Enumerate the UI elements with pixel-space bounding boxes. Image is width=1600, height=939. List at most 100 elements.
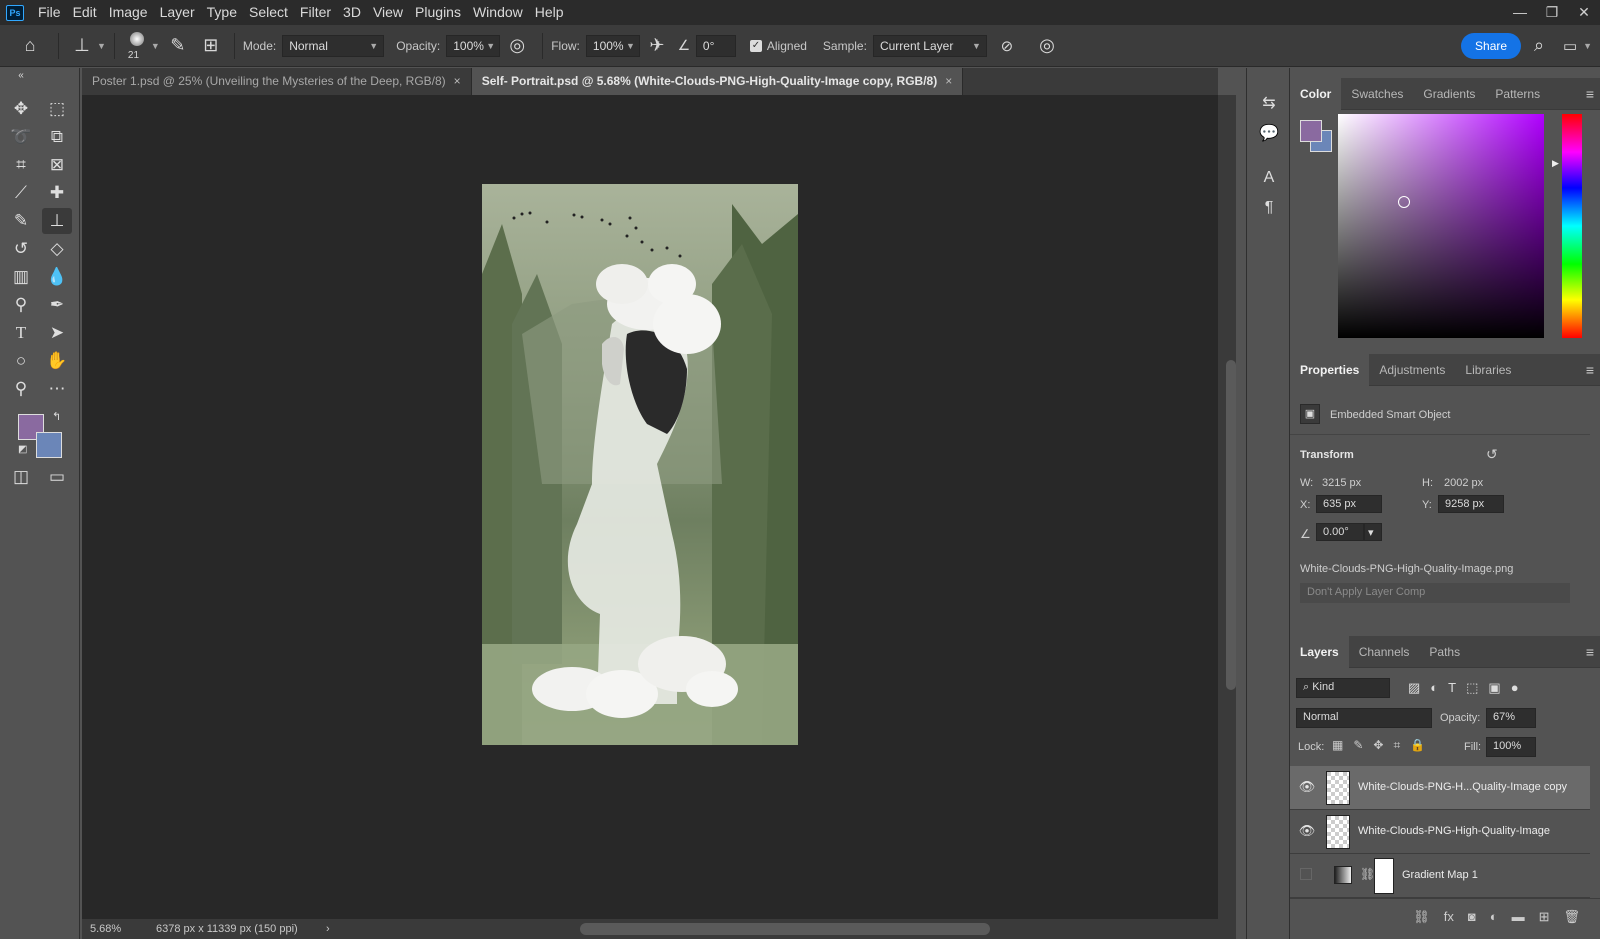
menu-file[interactable]: File (32, 0, 67, 25)
clone-source-icon[interactable]: ⊞ (196, 35, 226, 56)
move-tool-icon[interactable]: ✥ (6, 96, 36, 122)
lock-all-icon[interactable]: 🔒 (1410, 738, 1425, 753)
color-picker-cursor[interactable] (1398, 196, 1410, 208)
background-color-swatch[interactable] (36, 432, 62, 458)
lock-position-icon[interactable]: ✥ (1373, 738, 1383, 753)
menu-help[interactable]: Help (529, 0, 570, 25)
workspace-icon[interactable]: ▭ (1557, 37, 1583, 55)
pen-tool-icon[interactable]: ✒ (42, 292, 72, 318)
tab-channels[interactable]: Channels (1349, 636, 1420, 668)
clone-stamp-icon[interactable]: ⊥ (42, 208, 72, 234)
pressure-opacity-icon[interactable]: ◎ (500, 35, 534, 56)
tab-adjustments[interactable]: Adjustments (1369, 354, 1455, 386)
reset-transform-icon[interactable]: ↺ (1486, 446, 1498, 463)
comments-icon[interactable]: 💬 (1257, 122, 1281, 146)
smart-object-filter-icon[interactable]: ▣ (1488, 680, 1500, 696)
tab-paths[interactable]: Paths (1419, 636, 1470, 668)
history-icon[interactable]: ⇆ (1257, 92, 1281, 116)
color-picker-field[interactable] (1338, 114, 1544, 338)
eyedropper-icon[interactable]: ⟋ (6, 180, 36, 206)
aligned-checkbox[interactable]: ✓ (749, 39, 762, 52)
flow-field[interactable]: 100% ▼ (585, 34, 640, 57)
y-position-field[interactable]: 9258 px (1438, 495, 1504, 513)
character-icon[interactable]: A (1257, 166, 1281, 190)
vertical-scroll-thumb[interactable] (1226, 360, 1236, 690)
ellipse-tool-icon[interactable]: ○ (6, 348, 36, 374)
tab-poster-1[interactable]: Poster 1.psd @ 25% (Unveiling the Myster… (82, 68, 472, 95)
layer-row[interactable]: ⛓ Gradient Map 1 (1290, 854, 1590, 898)
path-selection-icon[interactable]: ➤ (42, 320, 72, 346)
tab-patterns[interactable]: Patterns (1485, 78, 1550, 110)
paragraph-icon[interactable]: ¶ (1257, 196, 1281, 220)
panel-menu-icon[interactable]: ≡ (1586, 644, 1594, 660)
hand-tool-icon[interactable]: ✋ (42, 348, 72, 374)
default-colors-icon[interactable]: ◩ (18, 444, 27, 455)
document-canvas[interactable] (482, 184, 798, 745)
rotation-field[interactable]: 0.00° (1316, 523, 1364, 541)
tab-color[interactable]: Color (1290, 77, 1342, 110)
search-icon[interactable]: ⌕ (1521, 35, 1557, 56)
close-window-button[interactable]: ✕ (1568, 0, 1600, 25)
color-panel-foreground-swatch[interactable] (1300, 120, 1322, 142)
pressure-size-icon[interactable]: ◎ (1027, 35, 1067, 56)
dodge-tool-icon[interactable]: ⚲ (6, 292, 36, 318)
close-icon[interactable]: × (945, 74, 952, 88)
menu-type[interactable]: Type (201, 0, 243, 25)
angle-field[interactable]: 0° (695, 34, 736, 57)
brush-tool-icon[interactable]: ✎ (6, 208, 36, 234)
hue-slider[interactable] (1562, 114, 1582, 338)
tab-gradients[interactable]: Gradients (1413, 78, 1485, 110)
tab-layers[interactable]: Layers (1290, 635, 1349, 668)
menu-view[interactable]: View (367, 0, 409, 25)
shape-filter-icon[interactable]: ⬚ (1466, 680, 1478, 696)
adjustment-layer-icon[interactable]: ◐ (1490, 909, 1498, 925)
height-value[interactable]: 2002 px (1444, 477, 1483, 489)
menu-3d[interactable]: 3D (337, 0, 367, 25)
chevron-down-icon[interactable]: ▼ (97, 41, 106, 51)
gradient-tool-icon[interactable]: ▥ (6, 264, 36, 290)
hue-slider-handle[interactable]: ▶ (1552, 158, 1559, 169)
horizontal-scroll-thumb[interactable] (580, 923, 990, 935)
zoom-tool-icon[interactable]: ⚲ (6, 376, 36, 402)
airbrush-icon[interactable]: ✈ (640, 35, 674, 56)
chevron-down-icon[interactable]: ▾ (1364, 523, 1382, 541)
lock-artboard-icon[interactable]: ⌗ (1393, 738, 1400, 753)
object-selection-icon[interactable]: ⧉ (42, 124, 72, 150)
sample-select[interactable]: Current Layer ▼ (872, 34, 987, 57)
menu-image[interactable]: Image (103, 0, 154, 25)
menu-layer[interactable]: Layer (154, 0, 201, 25)
brush-settings-icon[interactable]: ✎ (160, 35, 196, 56)
adjustment-filter-icon[interactable]: ◐ (1430, 680, 1438, 696)
blur-tool-icon[interactable]: 💧 (42, 264, 72, 290)
eye-icon[interactable]: 👁 (1298, 779, 1316, 795)
trash-icon[interactable]: 🗑 (1563, 909, 1580, 925)
filter-toggle-icon[interactable]: ● (1511, 680, 1519, 696)
x-position-field[interactable]: 635 px (1316, 495, 1382, 513)
menu-edit[interactable]: Edit (67, 0, 103, 25)
home-icon[interactable]: ⌂ (10, 35, 50, 56)
lasso-tool-icon[interactable]: ➰ (6, 124, 36, 150)
menu-plugins[interactable]: Plugins (409, 0, 467, 25)
mode-select[interactable]: Normal ▼ (282, 34, 385, 57)
collapse-toolbar-icon[interactable]: « (6, 70, 36, 82)
tab-self-portrait[interactable]: Self- Portrait.psd @ 5.68% (White-Clouds… (471, 68, 964, 95)
link-layers-icon[interactable]: ⛓ (1413, 909, 1430, 925)
quick-mask-icon[interactable]: ◫ (6, 464, 36, 490)
lock-image-icon[interactable]: ✎ (1353, 738, 1363, 753)
opacity-field[interactable]: 100% ▼ (446, 34, 501, 57)
visibility-toggle-off[interactable] (1300, 868, 1312, 880)
crop-tool-icon[interactable]: ⌗ (6, 152, 36, 178)
zoom-level[interactable]: 5.68% (90, 923, 156, 935)
chevron-right-icon[interactable]: › (326, 923, 330, 935)
add-mask-icon[interactable]: ◙ (1468, 909, 1476, 925)
tab-swatches[interactable]: Swatches (1341, 78, 1413, 110)
lock-transparent-icon[interactable]: ▦ (1332, 738, 1343, 753)
fill-field[interactable]: 100% (1486, 737, 1536, 757)
ignore-adjustment-layers-icon[interactable]: ⊘ (987, 37, 1027, 55)
pixel-filter-icon[interactable]: ▨ (1408, 680, 1420, 696)
rectangular-marquee-icon[interactable]: ⬚ (42, 96, 72, 122)
history-brush-icon[interactable]: ↺ (6, 236, 36, 262)
layer-opacity-field[interactable]: 67% (1486, 708, 1536, 728)
type-filter-icon[interactable]: T (1448, 680, 1456, 696)
link-icon[interactable]: ⛓ (1360, 867, 1375, 881)
